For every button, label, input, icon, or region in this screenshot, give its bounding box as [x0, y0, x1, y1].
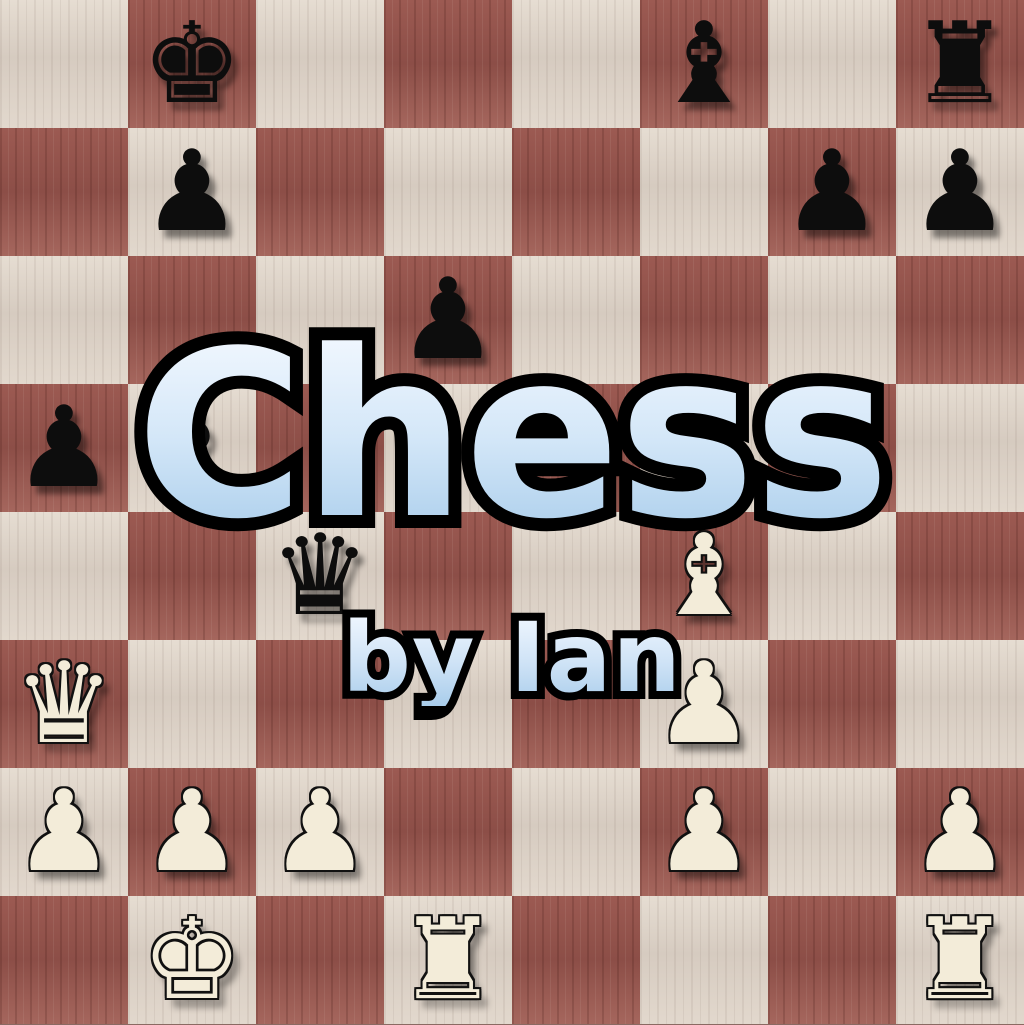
square-f7[interactable] [640, 128, 768, 256]
white-rook-icon[interactable]: ♜ [896, 896, 1024, 1024]
square-a1[interactable] [0, 896, 128, 1024]
game-subtitle: by Ian by Ian [0, 602, 1024, 714]
white-pawn-icon[interactable]: ♟ [256, 768, 384, 896]
square-c7[interactable] [256, 128, 384, 256]
square-g8[interactable] [768, 0, 896, 128]
white-pawn-icon[interactable]: ♟ [896, 768, 1024, 896]
square-c1[interactable] [256, 896, 384, 1024]
square-d2[interactable] [384, 768, 512, 896]
square-f1[interactable] [640, 896, 768, 1024]
black-rook-icon[interactable]: ♜ [896, 0, 1024, 128]
square-d8[interactable] [384, 0, 512, 128]
white-pawn-icon[interactable]: ♟ [0, 768, 128, 896]
white-rook-icon[interactable]: ♜ [384, 896, 512, 1024]
black-king-icon[interactable]: ♚ [128, 0, 256, 128]
square-g2[interactable] [768, 768, 896, 896]
black-pawn-icon[interactable]: ♟ [896, 128, 1024, 256]
square-e1[interactable] [512, 896, 640, 1024]
square-c8[interactable] [256, 0, 384, 128]
white-king-icon[interactable]: ♚ [128, 896, 256, 1024]
white-pawn-icon[interactable]: ♟ [128, 768, 256, 896]
black-pawn-icon[interactable]: ♟ [768, 128, 896, 256]
game-subtitle-text: by Ian [0, 610, 1024, 706]
white-pawn-icon[interactable]: ♟ [640, 768, 768, 896]
square-e7[interactable] [512, 128, 640, 256]
square-a7[interactable] [0, 128, 128, 256]
square-d7[interactable] [384, 128, 512, 256]
game-title-text: Chess [0, 322, 1024, 552]
square-a8[interactable] [0, 0, 128, 128]
game-title: Chess Chess [0, 309, 1024, 565]
square-e8[interactable] [512, 0, 640, 128]
black-pawn-icon[interactable]: ♟ [128, 128, 256, 256]
square-g1[interactable] [768, 896, 896, 1024]
square-e2[interactable] [512, 768, 640, 896]
black-bishop-icon[interactable]: ♝ [640, 0, 768, 128]
